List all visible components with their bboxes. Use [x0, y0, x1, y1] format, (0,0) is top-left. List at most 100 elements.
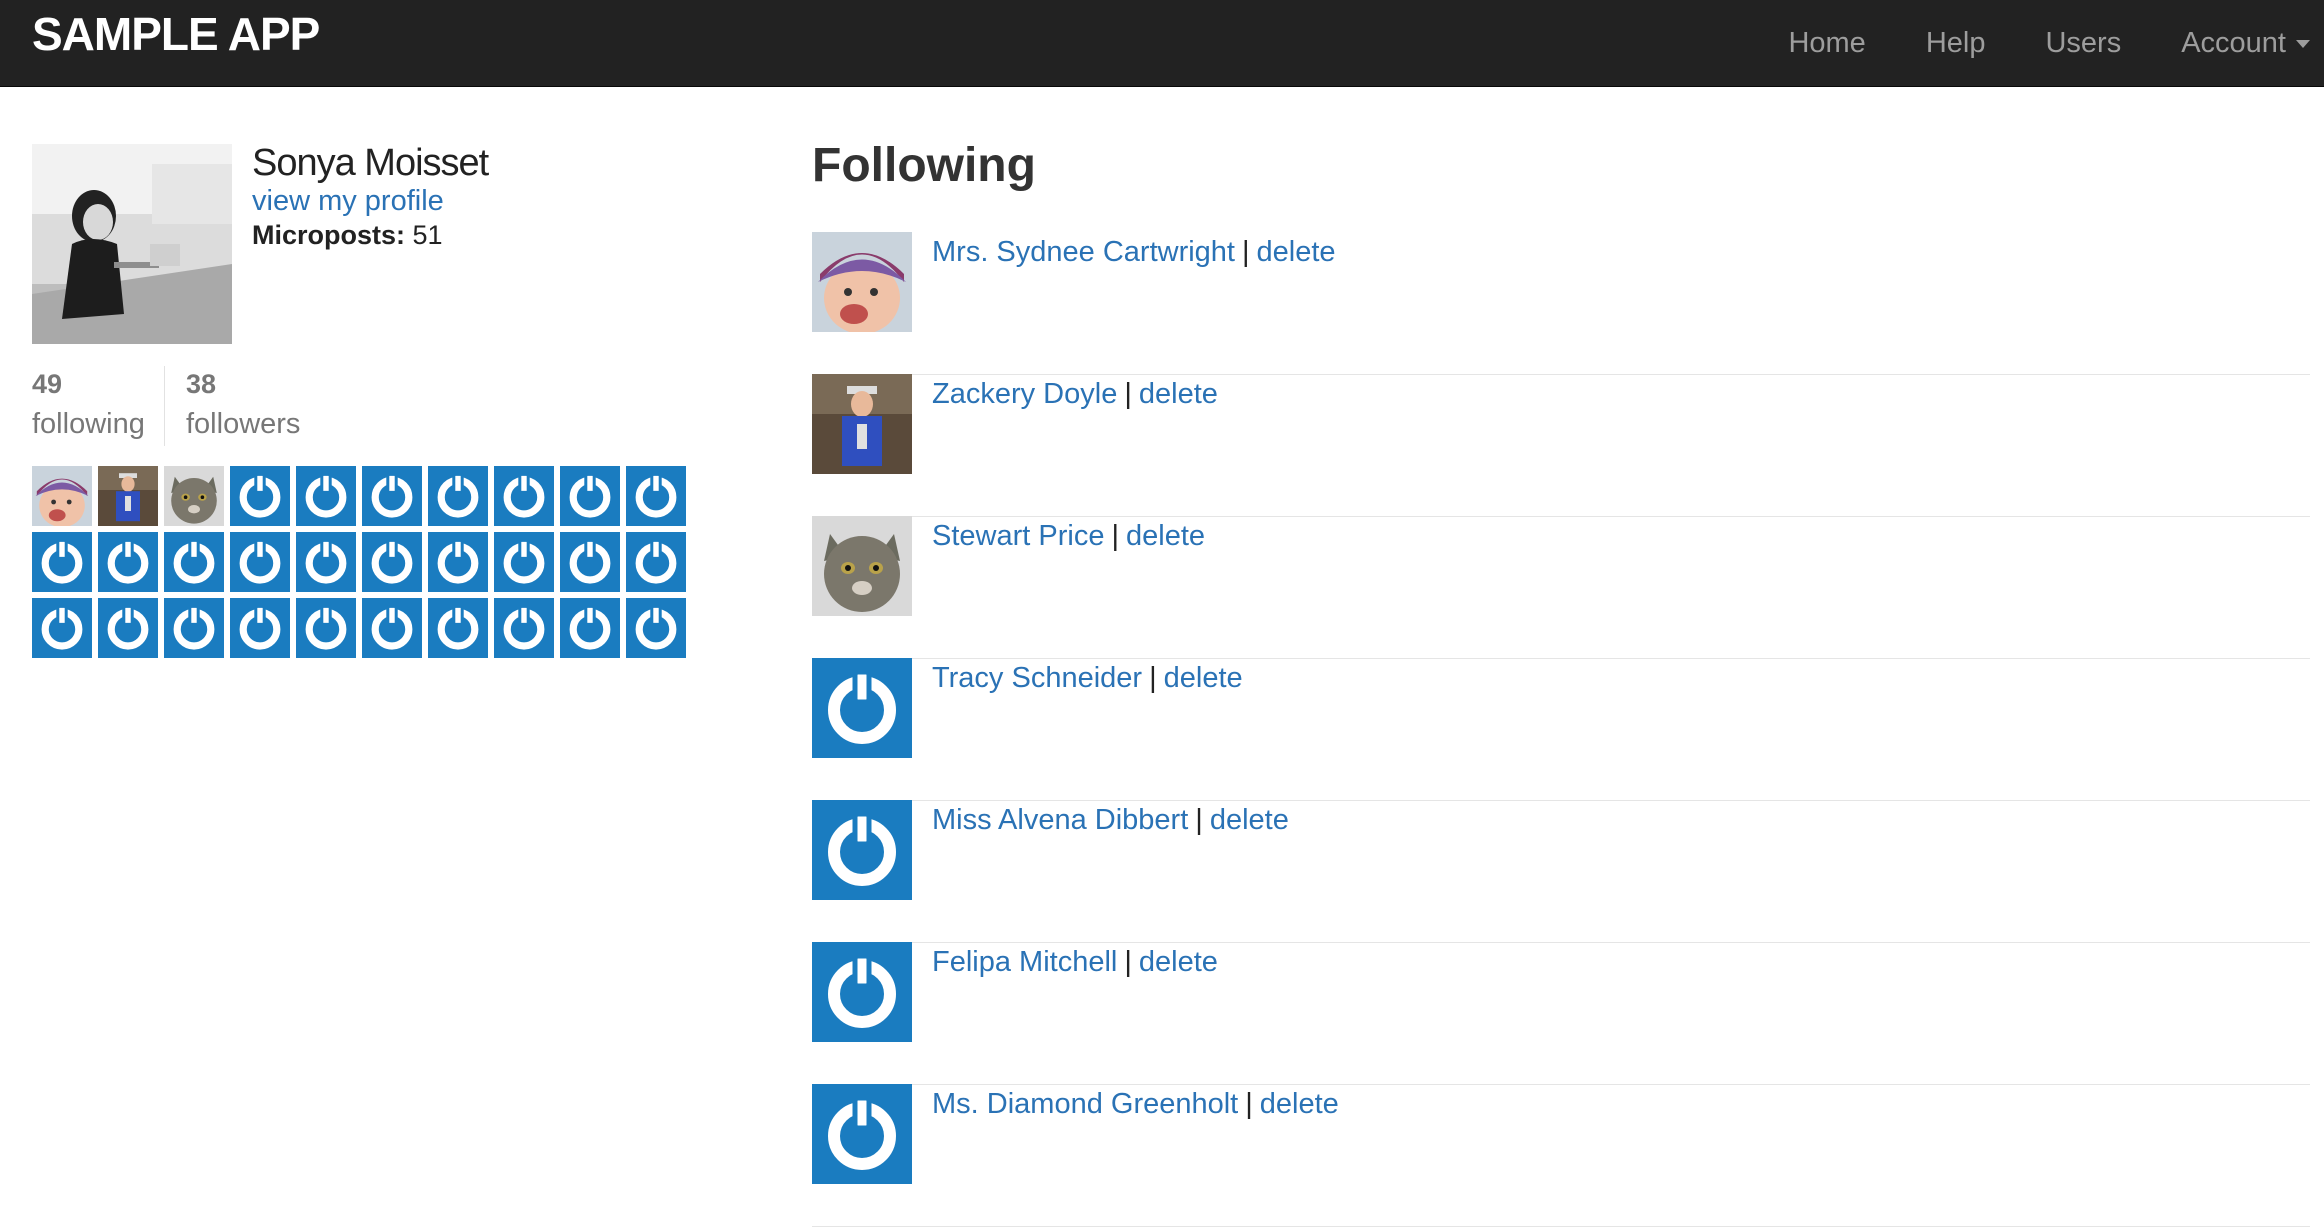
following-avatar-thumb[interactable] [560, 598, 620, 658]
following-avatar-thumb[interactable] [32, 466, 92, 526]
view-profile-link[interactable]: view my profile [252, 185, 444, 218]
following-avatar-thumb[interactable] [164, 466, 224, 526]
following-avatar-thumb[interactable] [296, 598, 356, 658]
following-avatar-thumb[interactable] [98, 532, 158, 592]
following-avatar-thumb[interactable] [494, 598, 554, 658]
brand-logo[interactable]: SAMPLE APP [32, 8, 320, 60]
navbar: SAMPLE APP Home Help Users Account [0, 0, 2324, 87]
user-avatar[interactable] [812, 516, 912, 616]
following-avatar-thumb[interactable] [164, 532, 224, 592]
user-name-link[interactable]: Zackery Doyle [932, 378, 1117, 410]
profile-name: Sonya Moisset [252, 142, 489, 184]
default-gravatar-icon [32, 598, 92, 658]
microposts-label: Microposts: [252, 220, 406, 250]
following-avatar-thumb[interactable] [362, 466, 422, 526]
user-avatar[interactable] [812, 800, 912, 900]
following-stat[interactable]: 49 following [32, 366, 145, 446]
profile-avatar[interactable] [32, 144, 232, 344]
separator: | [1195, 804, 1203, 836]
separator: | [1124, 378, 1132, 410]
list-item: Stewart Price | delete [812, 516, 2310, 659]
following-avatar-thumb[interactable] [494, 532, 554, 592]
default-gravatar-icon [98, 598, 158, 658]
user-avatar[interactable] [812, 1084, 912, 1184]
following-avatar-thumb[interactable] [626, 532, 686, 592]
baby-photo [812, 232, 912, 332]
microposts-count: Microposts: 51 [252, 220, 443, 251]
list-item: Tracy Schneider | delete [812, 658, 2310, 801]
delete-link[interactable]: delete [1210, 804, 1289, 836]
following-avatar-thumb[interactable] [626, 598, 686, 658]
following-avatar-thumb[interactable] [230, 532, 290, 592]
user-name-link[interactable]: Ms. Diamond Greenholt [932, 1088, 1238, 1120]
separator: | [1242, 236, 1250, 268]
following-avatar-thumb[interactable] [32, 598, 92, 658]
following-avatar-thumb[interactable] [428, 598, 488, 658]
default-gravatar-icon [362, 466, 422, 526]
following-avatar-thumb[interactable] [428, 466, 488, 526]
following-avatar-thumb[interactable] [428, 532, 488, 592]
nav-account-label: Account [2181, 27, 2286, 59]
user-name-link[interactable]: Mrs. Sydnee Cartwright [932, 236, 1235, 268]
default-gravatar-icon [362, 532, 422, 592]
user-name-link[interactable]: Stewart Price [932, 520, 1104, 552]
followers-stat[interactable]: 38 followers [186, 366, 300, 446]
following-avatar-thumb[interactable] [560, 532, 620, 592]
user-name-link[interactable]: Felipa Mitchell [932, 946, 1117, 978]
following-label: following [32, 408, 145, 440]
following-avatar-thumb[interactable] [362, 598, 422, 658]
user-name-link[interactable]: Tracy Schneider [932, 662, 1142, 694]
delete-link[interactable]: delete [1139, 946, 1218, 978]
following-avatar-thumb[interactable] [362, 532, 422, 592]
default-gravatar-icon [560, 466, 620, 526]
nav-account-dropdown[interactable]: Account [2181, 0, 2310, 86]
default-gravatar-icon [494, 598, 554, 658]
delete-link[interactable]: delete [1126, 520, 1205, 552]
following-avatar-thumb[interactable] [98, 466, 158, 526]
user-line: Tracy Schneider | delete [932, 658, 1243, 698]
man-photo [98, 466, 158, 526]
user-avatar[interactable] [812, 658, 912, 758]
delete-link[interactable]: delete [1260, 1088, 1339, 1120]
default-gravatar-icon [812, 800, 912, 900]
user-avatar[interactable] [812, 942, 912, 1042]
list-item: Mrs. Sydnee Cartwright | delete [812, 232, 2310, 375]
following-avatar-thumb[interactable] [230, 466, 290, 526]
following-avatar-thumb[interactable] [494, 466, 554, 526]
nav-home-link[interactable]: Home [1788, 0, 1865, 86]
following-avatar-thumb[interactable] [626, 466, 686, 526]
default-gravatar-icon [362, 598, 422, 658]
default-gravatar-icon [296, 598, 356, 658]
delete-link[interactable]: delete [1164, 662, 1243, 694]
following-avatar-thumb[interactable] [296, 532, 356, 592]
separator: | [1245, 1088, 1253, 1120]
default-gravatar-icon [230, 598, 290, 658]
default-gravatar-icon [230, 466, 290, 526]
nav-users-link[interactable]: Users [2045, 0, 2121, 86]
user-avatar[interactable] [812, 232, 912, 332]
following-avatar-thumb[interactable] [98, 598, 158, 658]
nav-help-link[interactable]: Help [1926, 0, 1986, 86]
nav-links: Home Help Users Account [1788, 0, 2324, 86]
user-avatar[interactable] [812, 374, 912, 474]
baby-photo [32, 466, 92, 526]
user-line: Stewart Price | delete [932, 516, 1205, 556]
delete-link[interactable]: delete [1257, 236, 1336, 268]
default-gravatar-icon [560, 532, 620, 592]
default-gravatar-icon [428, 466, 488, 526]
woman-photo [32, 144, 232, 344]
following-avatar-thumb[interactable] [164, 598, 224, 658]
delete-link[interactable]: delete [1139, 378, 1218, 410]
microposts-value: 51 [412, 220, 443, 250]
default-gravatar-icon [164, 598, 224, 658]
user-line: Felipa Mitchell | delete [932, 942, 1218, 982]
default-gravatar-icon [812, 942, 912, 1042]
cat-photo [812, 516, 912, 616]
default-gravatar-icon [626, 532, 686, 592]
following-avatar-thumb[interactable] [230, 598, 290, 658]
following-avatar-thumb[interactable] [560, 466, 620, 526]
user-name-link[interactable]: Miss Alvena Dibbert [932, 804, 1188, 836]
following-avatar-thumb[interactable] [296, 466, 356, 526]
man-photo [812, 374, 912, 474]
following-avatar-thumb[interactable] [32, 532, 92, 592]
